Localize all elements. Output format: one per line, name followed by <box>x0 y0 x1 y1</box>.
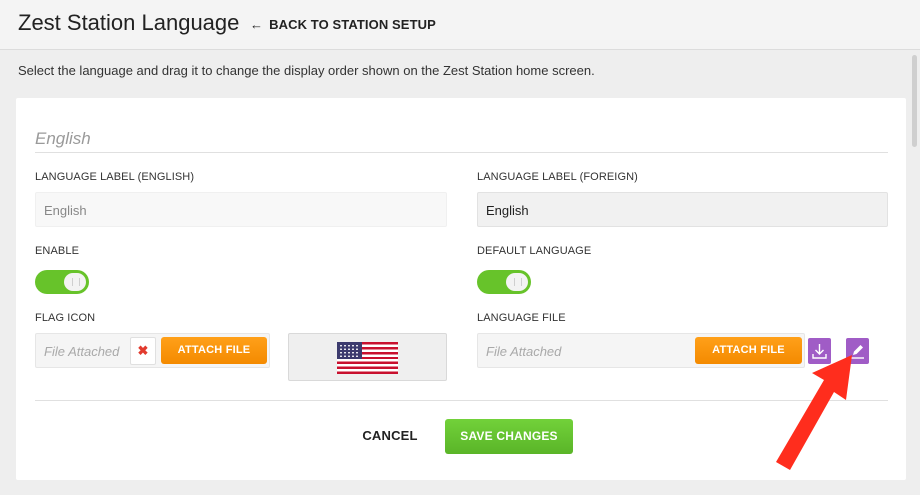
footer-divider <box>35 400 888 401</box>
language-file-field[interactable]: File Attached ATTACH FILE <box>477 333 805 368</box>
pencil-icon <box>851 345 864 359</box>
flag-icon-file-placeholder: File Attached <box>44 344 120 359</box>
download-icon <box>812 344 827 359</box>
remove-flag-file-button[interactable]: ✖ <box>130 337 156 365</box>
flag-canton <box>337 342 362 359</box>
close-icon: ✖ <box>137 343 149 358</box>
language-name: English <box>35 129 91 148</box>
us-flag-icon <box>337 342 398 374</box>
language-label-foreign-label: LANGUAGE LABEL (FOREIGN) <box>477 171 638 183</box>
scrollbar[interactable] <box>912 55 917 147</box>
save-changes-button[interactable]: SAVE CHANGES <box>445 419 573 454</box>
section-divider <box>35 152 888 153</box>
download-language-file-button[interactable] <box>808 338 831 364</box>
language-file-label: LANGUAGE FILE <box>477 312 566 324</box>
page-title: Zest Station Language <box>18 10 240 35</box>
language-label-english-label: LANGUAGE LABEL (ENGLISH) <box>35 171 195 183</box>
language-file-placeholder: File Attached <box>486 344 562 359</box>
arrow-left-icon: ← <box>250 17 264 32</box>
toggle-knob <box>64 273 86 291</box>
flag-icon-file-field[interactable]: File Attached ✖ ATTACH FILE <box>35 333 270 368</box>
page-header: Zest Station Language ← BACK TO STATION S… <box>0 0 920 50</box>
back-to-station-setup-link[interactable]: ← BACK TO STATION SETUP <box>250 17 436 32</box>
toggle-knob <box>506 273 528 291</box>
back-link-label: BACK TO STATION SETUP <box>269 17 436 32</box>
flag-preview <box>288 333 447 381</box>
language-label-foreign-field[interactable]: English <box>477 192 888 227</box>
flag-icon-label: FLAG ICON <box>35 312 96 324</box>
enable-toggle[interactable] <box>35 270 89 294</box>
language-attach-file-button[interactable]: ATTACH FILE <box>695 337 802 364</box>
cancel-button[interactable]: CANCEL <box>361 428 419 448</box>
default-language-toggle[interactable] <box>477 270 531 294</box>
default-language-label: DEFAULT LANGUAGE <box>477 245 592 257</box>
edit-language-file-button[interactable] <box>846 338 869 364</box>
flag-attach-file-button[interactable]: ATTACH FILE <box>161 337 267 364</box>
language-card[interactable]: English LANGUAGE LABEL (ENGLISH) English… <box>16 98 906 480</box>
instructions-text: Select the language and drag it to chang… <box>18 63 595 78</box>
enable-label: ENABLE <box>35 245 80 257</box>
language-label-english-field[interactable]: English <box>35 192 447 227</box>
